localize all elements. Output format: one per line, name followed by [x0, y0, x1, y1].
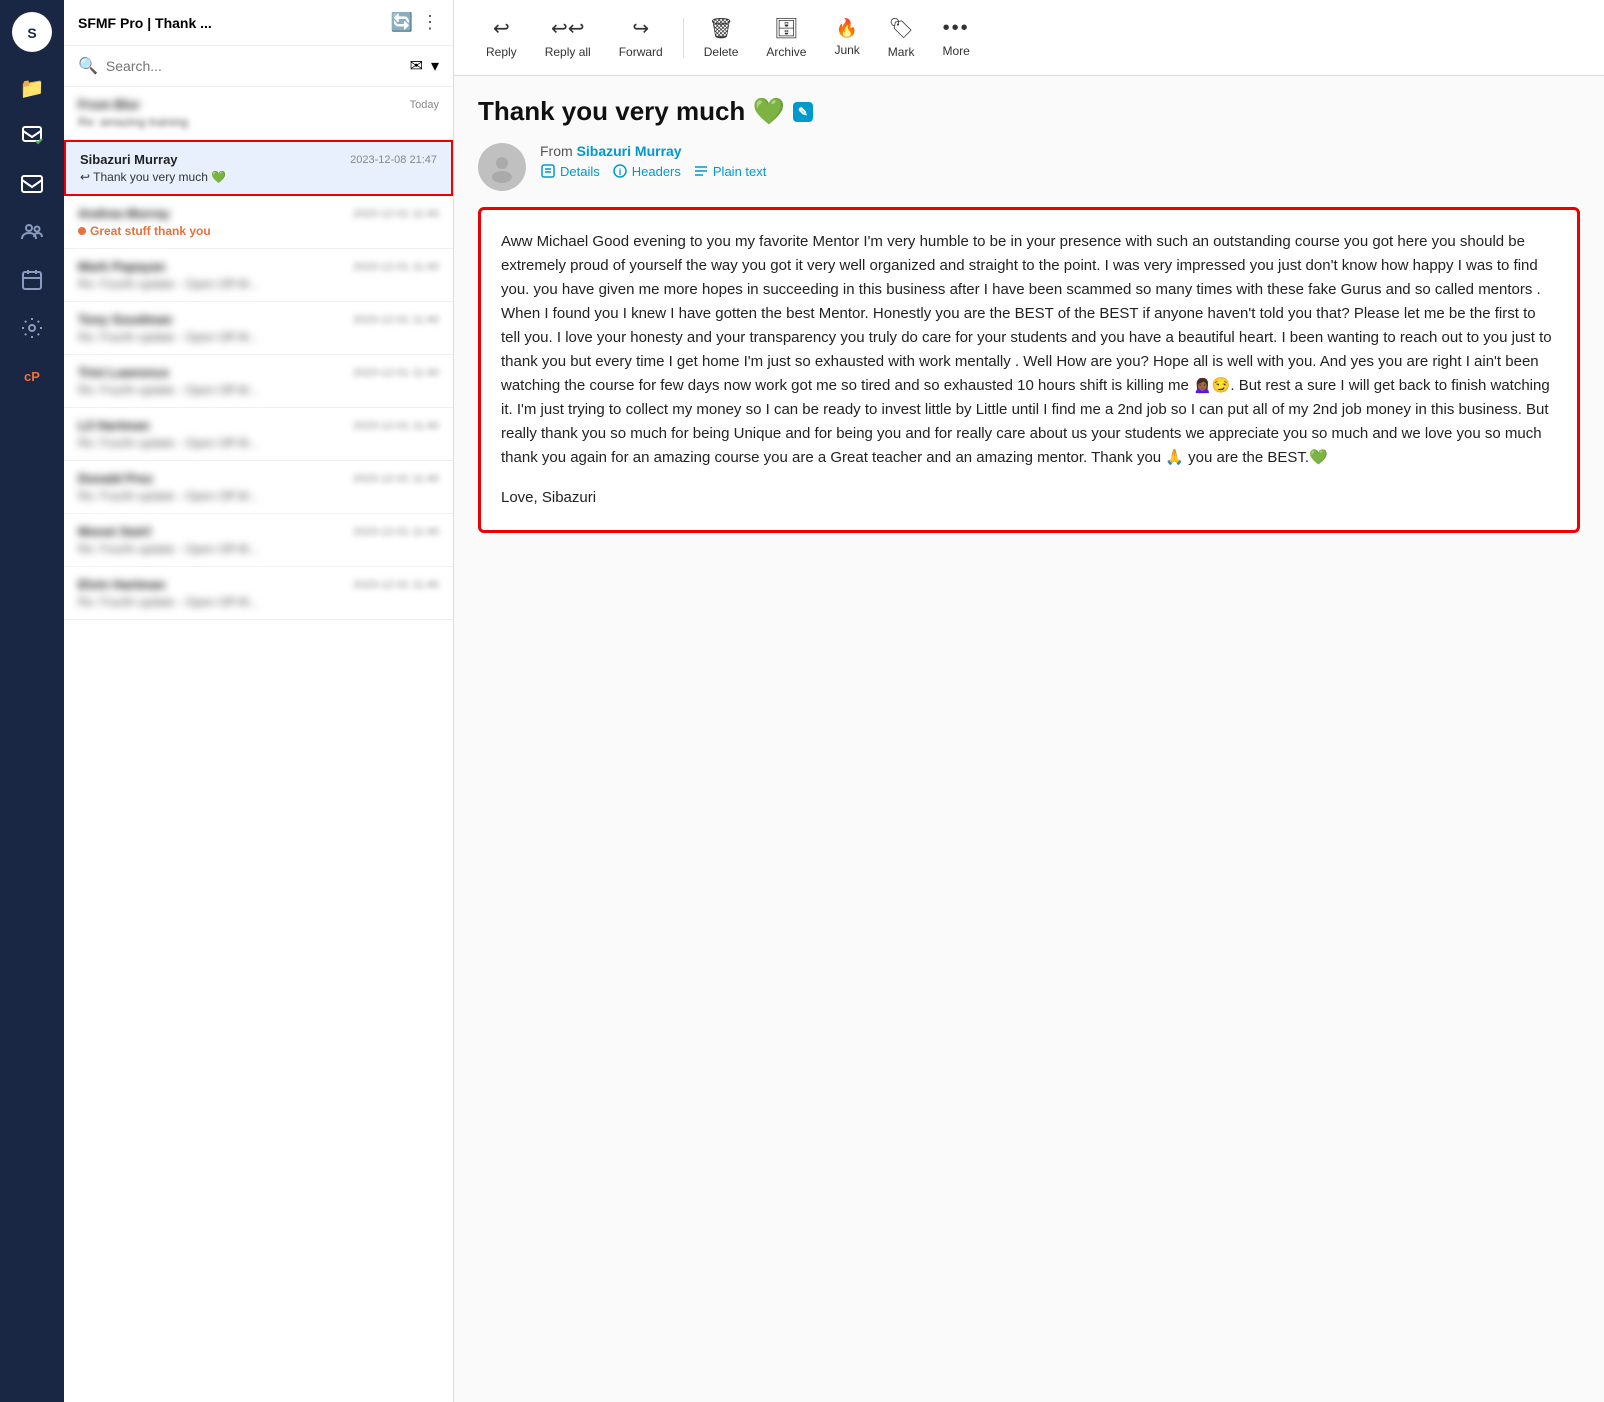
delete-icon: 🗑: [708, 16, 733, 41]
mail-filter-icon[interactable]: ✉: [410, 56, 423, 76]
search-input[interactable]: [106, 58, 402, 74]
cp-nav-icon[interactable]: cP: [12, 356, 52, 396]
reply-all-label: Reply all: [545, 45, 591, 59]
search-bar: 🔍 ✉ ▾: [64, 46, 453, 87]
email-nav-icon[interactable]: [12, 164, 52, 204]
details-label: Details: [560, 164, 600, 179]
email-item-2[interactable]: Andrea Murray 2023-12-01 11:40 Great stu…: [64, 196, 453, 249]
details-link[interactable]: Details: [540, 163, 600, 179]
email-subject-heading: Thank you very much 💚 ✎: [478, 96, 1580, 127]
more-panel-icon[interactable]: ⋮: [421, 12, 439, 33]
selected-date: 2023-12-08 21:47: [350, 154, 437, 166]
email-signoff: Love, Sibazuri: [501, 486, 1557, 510]
selected-sender: Sibazuri Murray: [80, 152, 178, 167]
sender-name[interactable]: Sibazuri Murray: [577, 143, 682, 159]
mark-label: Mark: [888, 45, 915, 59]
headers-label: Headers: [632, 164, 681, 179]
email-view: ↩ Reply ↩↩ Reply all ↪ Forward 🗑 Delete …: [454, 0, 1604, 1402]
email-meta: From Sibazuri Murray Details i Headers: [478, 143, 1580, 191]
app-logo: S: [12, 12, 52, 52]
settings-nav-icon[interactable]: [12, 308, 52, 348]
email-subject-text: Thank you very much 💚: [478, 96, 785, 127]
reply-all-icon: ↩↩: [551, 16, 585, 41]
email-action-links: Details i Headers Plain text: [540, 163, 766, 179]
reply-label: Reply: [486, 45, 517, 59]
headers-link[interactable]: i Headers: [612, 163, 681, 179]
svg-text:S: S: [27, 25, 36, 41]
email-item-7[interactable]: Donald Prez 2023-12-01 11:40 Re: Fourth …: [64, 461, 453, 514]
archive-label: Archive: [766, 45, 806, 59]
panel-header: SFMF Pro | Thank ... 🔄 ⋮: [64, 0, 453, 46]
toolbar-separator-1: [683, 18, 684, 58]
archive-button[interactable]: 🗄 Archive: [754, 10, 818, 65]
email-item-9[interactable]: Elvin Hartman 2023-12-01 11:40 Re: Fourt…: [64, 567, 453, 620]
email-from-block: From Sibazuri Murray Details i Headers: [540, 143, 766, 179]
delete-button[interactable]: 🗑 Delete: [692, 10, 751, 65]
email-item-8[interactable]: Monet Swirl 2023-12-01 11:40 Re: Fourth …: [64, 514, 453, 567]
search-icon: 🔍: [78, 56, 98, 76]
reply-button[interactable]: ↩ Reply: [474, 10, 529, 65]
more-button[interactable]: ••• More: [930, 11, 981, 64]
folder-nav-icon[interactable]: 📁: [12, 68, 52, 108]
reply-all-button[interactable]: ↩↩ Reply all: [533, 10, 603, 65]
from-label: From: [540, 143, 573, 159]
plain-text-label: Plain text: [713, 164, 766, 179]
sidebar-nav: S 📁 cP: [0, 0, 64, 1402]
refresh-icon[interactable]: 🔄: [391, 12, 413, 33]
archive-icon: 🗄: [774, 16, 799, 41]
contacts-nav-icon[interactable]: [12, 212, 52, 252]
mark-button[interactable]: 🏷 Mark: [876, 10, 927, 65]
email-body-text: Aww Michael Good evening to you my favor…: [501, 230, 1557, 470]
edit-icon[interactable]: ✎: [793, 102, 813, 122]
email-content: Thank you very much 💚 ✎ From Sibazuri Mu…: [454, 76, 1604, 1402]
selected-subject: ↩ Thank you very much 💚: [80, 170, 437, 184]
plain-text-link[interactable]: Plain text: [693, 163, 766, 179]
email-list-panel: SFMF Pro | Thank ... 🔄 ⋮ 🔍 ✉ ▾ From Blur…: [64, 0, 454, 1402]
forward-button[interactable]: ↪ Forward: [607, 10, 675, 65]
email-item-4[interactable]: Tony Goodman 2023-12-01 11:40 Re: Fourth…: [64, 302, 453, 355]
junk-icon: 🔥: [836, 18, 858, 39]
sender-avatar: [478, 143, 526, 191]
email-item-5[interactable]: Trini Lawrence 2023-12-01 11:40 Re: Four…: [64, 355, 453, 408]
mark-icon: 🏷: [888, 16, 913, 41]
forward-icon: ↪: [632, 16, 649, 41]
email-item-3[interactable]: Mark Papayan 2023-12-01 11:40 Re: Fourth…: [64, 249, 453, 302]
email-body: Aww Michael Good evening to you my favor…: [478, 207, 1580, 533]
email-from-line: From Sibazuri Murray: [540, 143, 766, 159]
calendar-nav-icon[interactable]: [12, 260, 52, 300]
panel-title: SFMF Pro | Thank ...: [78, 15, 383, 31]
email-list: From Blur Today Re: amazing training Sib…: [64, 87, 453, 1402]
email-item-6[interactable]: Lil Hartman 2023-12-01 11:40 Re: Fourth …: [64, 408, 453, 461]
email-toolbar: ↩ Reply ↩↩ Reply all ↪ Forward 🗑 Delete …: [454, 0, 1604, 76]
svg-text:i: i: [618, 167, 621, 177]
forward-label: Forward: [619, 45, 663, 59]
email-item-blurred-1[interactable]: From Blur Today Re: amazing training: [64, 87, 453, 140]
delete-label: Delete: [704, 45, 739, 59]
email-item-selected[interactable]: Sibazuri Murray 2023-12-08 21:47 ↩ Thank…: [64, 140, 453, 196]
more-icon: •••: [943, 17, 970, 40]
chevron-down-icon[interactable]: ▾: [431, 56, 439, 76]
more-label: More: [942, 44, 969, 58]
junk-label: Junk: [834, 43, 859, 57]
compose-nav-icon[interactable]: [12, 116, 52, 156]
reply-icon: ↩: [493, 16, 510, 41]
junk-button[interactable]: 🔥 Junk: [822, 12, 871, 63]
